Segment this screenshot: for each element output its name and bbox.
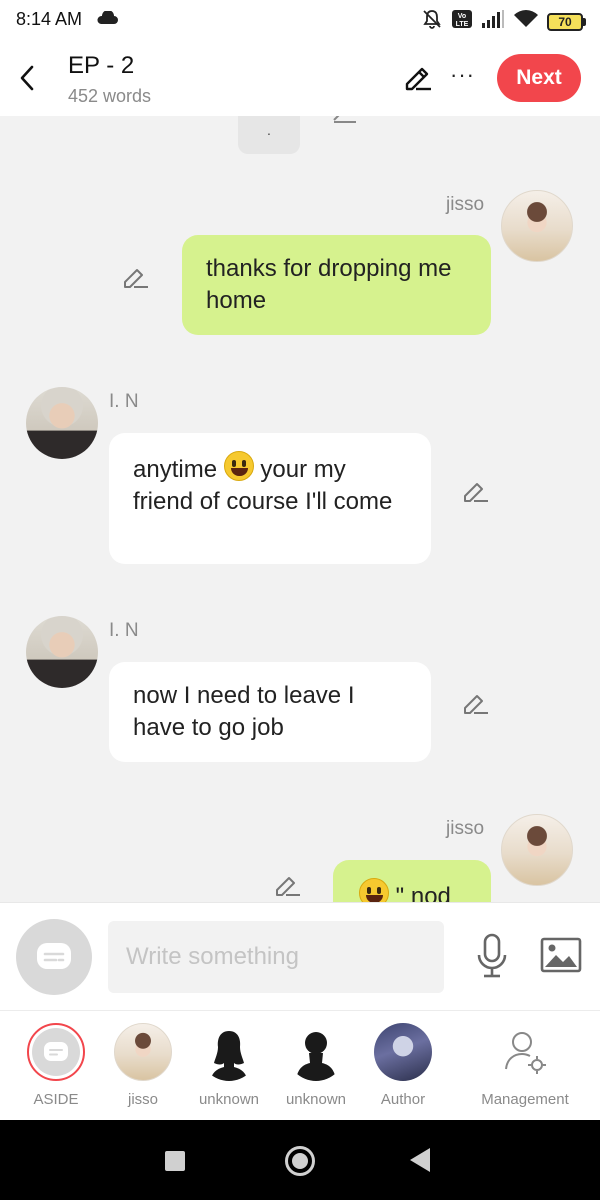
character-selector: ASIDE jisso unknown unknown Author Manag… bbox=[0, 1010, 600, 1120]
character-aside[interactable]: ASIDE bbox=[13, 1023, 99, 1108]
character-label: ASIDE bbox=[33, 1091, 79, 1108]
svg-text:Vo: Vo bbox=[458, 13, 466, 20]
voice-input-button[interactable] bbox=[474, 933, 510, 984]
edit-message-button[interactable] bbox=[462, 690, 490, 721]
character-label: unknown bbox=[285, 1091, 347, 1108]
battery-level: 70 bbox=[547, 12, 583, 31]
avatar-jisso bbox=[114, 1023, 172, 1081]
system-back-button[interactable] bbox=[410, 1148, 430, 1172]
avatar-author bbox=[374, 1023, 432, 1081]
edit-message-button[interactable] bbox=[122, 264, 150, 295]
character-unknown-2[interactable]: unknown bbox=[273, 1023, 359, 1108]
character-unknown-1[interactable]: unknown bbox=[186, 1023, 272, 1108]
next-button[interactable]: Next bbox=[497, 54, 581, 102]
compose-bar bbox=[0, 902, 600, 1010]
message-text: now I need to leave I have to go job bbox=[133, 682, 355, 741]
pencil-icon bbox=[405, 67, 431, 91]
silhouette-female-icon bbox=[200, 1023, 258, 1081]
edit-message-button[interactable] bbox=[332, 116, 358, 133]
status-bar: 8:14 AM Vo LTE 70 bbox=[0, 0, 600, 40]
chat-bubble-icon bbox=[37, 943, 71, 969]
pencil-icon bbox=[333, 116, 356, 123]
chat-bubble-icon bbox=[44, 1042, 68, 1061]
edit-title-button[interactable] bbox=[402, 60, 434, 97]
pencil-icon bbox=[124, 269, 148, 288]
chevron-left-icon bbox=[20, 65, 34, 91]
sender-name: I. N bbox=[109, 620, 139, 641]
avatar-jisso[interactable] bbox=[501, 814, 573, 886]
avatar-jisso[interactable] bbox=[501, 190, 573, 262]
message-bubble[interactable]: thanks for dropping me home bbox=[182, 235, 491, 335]
system-navigation-bar bbox=[0, 1120, 600, 1200]
user-settings-icon bbox=[496, 1023, 554, 1081]
recent-apps-button[interactable] bbox=[165, 1151, 185, 1171]
character-author[interactable]: Author bbox=[360, 1023, 446, 1108]
microphone-icon bbox=[477, 933, 507, 978]
pencil-icon bbox=[464, 483, 488, 502]
message-text: anytime bbox=[133, 456, 218, 483]
home-button[interactable] bbox=[285, 1146, 315, 1176]
word-count: 452 words bbox=[68, 86, 152, 106]
wifi-icon bbox=[513, 9, 539, 34]
chat-area[interactable]: . jisso thanks for dropping me home I. N… bbox=[0, 116, 600, 902]
message-text: thanks for dropping me home bbox=[206, 255, 452, 314]
sender-name: I. N bbox=[109, 391, 139, 412]
battery-icon: 70 bbox=[547, 12, 586, 31]
character-label: jisso bbox=[127, 1091, 158, 1108]
avatar-in[interactable] bbox=[26, 616, 98, 688]
message-bubble[interactable]: anytime your my friend of course I'll co… bbox=[109, 433, 431, 564]
character-label: unknown bbox=[198, 1091, 260, 1108]
more-options-button[interactable]: ··· bbox=[450, 62, 475, 88]
message-bubble[interactable]: " nod " bbox=[333, 860, 491, 902]
status-time: 8:14 AM bbox=[16, 9, 83, 29]
pencil-icon bbox=[464, 695, 488, 714]
sender-name: jisso bbox=[446, 818, 485, 839]
message-bubble[interactable]: now I need to leave I have to go job bbox=[109, 662, 431, 762]
aside-avatar bbox=[27, 1023, 85, 1081]
silhouette-male-icon bbox=[287, 1023, 345, 1081]
character-jisso[interactable]: jisso bbox=[100, 1023, 186, 1108]
edit-message-button[interactable] bbox=[462, 478, 490, 509]
cloud-icon bbox=[96, 10, 118, 30]
insert-image-button[interactable] bbox=[540, 937, 582, 978]
mute-icon bbox=[421, 8, 443, 35]
avatar-in[interactable] bbox=[26, 387, 98, 459]
grinning-face-icon bbox=[223, 451, 254, 481]
svg-text:LTE: LTE bbox=[456, 21, 469, 28]
aside-toggle-button[interactable] bbox=[16, 919, 92, 995]
episode-title: EP - 2 bbox=[68, 52, 135, 79]
status-icons: Vo LTE 70 bbox=[421, 8, 586, 35]
character-management[interactable]: Management bbox=[472, 1023, 578, 1108]
pencil-icon bbox=[276, 877, 300, 896]
sender-name: jisso bbox=[446, 194, 485, 215]
signal-icon bbox=[481, 9, 505, 34]
character-label: Author bbox=[380, 1091, 426, 1108]
edit-message-button[interactable] bbox=[274, 872, 302, 902]
editor-header: EP - 2 452 words ··· Next bbox=[0, 40, 600, 116]
back-button[interactable] bbox=[12, 58, 42, 98]
character-label: Management bbox=[481, 1091, 569, 1108]
message-input[interactable] bbox=[108, 921, 444, 993]
slight-smile-icon bbox=[359, 878, 389, 902]
image-icon bbox=[540, 937, 582, 973]
message-bubble-partial[interactable]: . bbox=[238, 116, 300, 154]
volte-icon: Vo LTE bbox=[451, 9, 473, 34]
